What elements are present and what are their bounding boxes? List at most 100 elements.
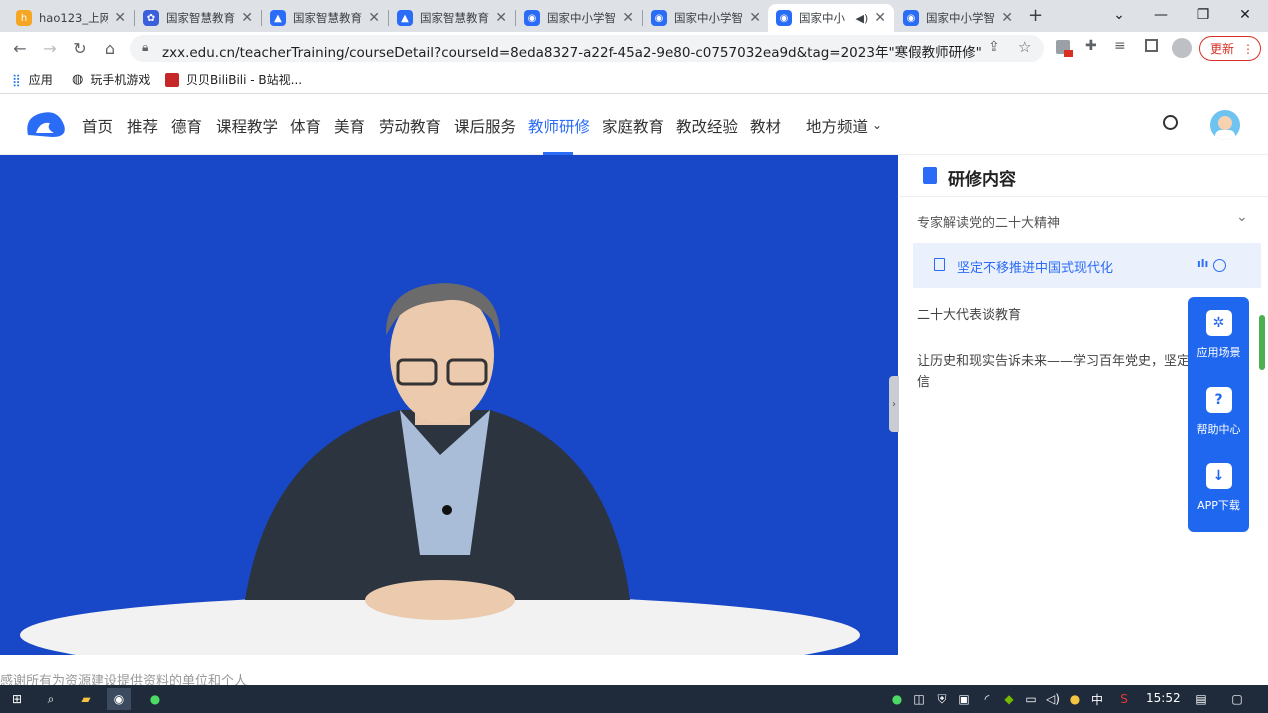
chevron-down-icon[interactable]: ⌄ xyxy=(872,118,882,132)
notification-icon[interactable]: ▤ xyxy=(1192,690,1210,708)
search-icon[interactable] xyxy=(1163,115,1178,130)
profile-icon[interactable] xyxy=(1172,38,1192,58)
video-player[interactable] xyxy=(0,155,898,655)
tray-icon[interactable]: ◫ xyxy=(910,690,928,708)
close-icon[interactable]: ✕ xyxy=(622,10,634,26)
bili-icon xyxy=(165,72,179,87)
progress-circle-icon xyxy=(1213,259,1226,272)
close-icon[interactable]: ✕ xyxy=(241,10,253,26)
action-center-icon[interactable]: ▢ xyxy=(1228,690,1246,708)
close-icon[interactable]: ✕ xyxy=(495,10,507,26)
list-item[interactable]: 二十大代表谈教育 xyxy=(917,304,1021,323)
bookmark-bili[interactable]: 贝贝BiliBili - B站视... xyxy=(165,71,302,88)
restore-icon[interactable]: ❐ xyxy=(1182,0,1224,30)
playlist-icon[interactable]: ≡ xyxy=(1114,38,1126,54)
close-icon[interactable]: ✕ xyxy=(1001,10,1013,26)
nav-item[interactable]: 德育 xyxy=(171,115,202,137)
new-tab-icon[interactable]: + xyxy=(1028,5,1043,26)
forward-icon[interactable]: → xyxy=(38,36,62,60)
close-icon[interactable]: ✕ xyxy=(749,10,761,26)
tab-zxx-1[interactable]: ◉ 国家中小学智 ✕ xyxy=(516,4,642,32)
chevron-down-icon[interactable]: ⌄ xyxy=(1236,209,1248,225)
tab-title: 国家中小学智 xyxy=(674,11,743,25)
mortarboard-icon: ▲ xyxy=(397,10,413,26)
star-icon[interactable]: ☆ xyxy=(1018,38,1031,56)
nav-item[interactable]: 教改经验 xyxy=(676,115,738,137)
search-icon[interactable]: ⌕ xyxy=(42,690,60,708)
puzzle-icon[interactable]: ✚ xyxy=(1085,38,1097,54)
wechat-tray-icon[interactable]: ● xyxy=(888,690,906,708)
nvidia-icon[interactable]: ◆ xyxy=(1000,690,1018,708)
active-lesson-row[interactable]: 坚定不移推进中国式现代化 ılı xyxy=(913,243,1261,288)
window-close-icon[interactable]: ✕ xyxy=(1224,0,1266,30)
close-icon[interactable]: ✕ xyxy=(874,10,886,26)
chrome-icon[interactable]: ◉ xyxy=(107,688,131,710)
tab-smartedu-1[interactable]: ✿ 国家智慧教育 ✕ xyxy=(135,4,261,32)
windows-start-icon[interactable]: ⊞ xyxy=(8,690,26,708)
browser-toolbar: ← → ↻ ⌂ 🔒︎ zxx.edu.cn/teacherTraining/co… xyxy=(0,32,1268,64)
ime-indicator[interactable]: 中 xyxy=(1088,690,1106,708)
mortarboard-icon: ▲ xyxy=(270,10,286,26)
tab-title: 国家中小 xyxy=(799,11,845,25)
wifi-icon[interactable]: ◜ xyxy=(978,690,996,708)
monitor-icon[interactable]: ▣ xyxy=(955,690,973,708)
sidepanel-icon[interactable] xyxy=(1145,39,1158,52)
nav-item[interactable]: 家庭教育 xyxy=(602,115,664,137)
nav-item[interactable]: 美育 xyxy=(334,115,365,137)
tab-title: 国家智慧教育 xyxy=(166,11,235,25)
wechat-icon[interactable]: ● xyxy=(146,690,164,708)
battery-icon[interactable]: ▭ xyxy=(1022,690,1040,708)
clock[interactable]: 15:52 xyxy=(1146,691,1181,705)
app-download-button[interactable]: ↓ APP下载 xyxy=(1188,463,1249,513)
help-icon: ? xyxy=(1205,387,1232,413)
reload-icon[interactable]: ↻ xyxy=(68,36,92,60)
bookmark-apps[interactable]: ⣿ 应用 xyxy=(12,71,53,88)
nav-item[interactable]: 课后服务 xyxy=(454,115,516,137)
nav-item[interactable]: 体育 xyxy=(290,115,321,137)
nav-item[interactable]: 地方频道 xyxy=(806,115,868,137)
zxx-logo-icon: ◉ xyxy=(524,10,540,26)
panel-title: 研修内容 xyxy=(948,170,1016,190)
scrollbar-thumb[interactable] xyxy=(1259,315,1265,370)
tab-zxx-3[interactable]: ◉ 国家中小学智 ✕ xyxy=(895,4,1021,32)
s-app-icon[interactable]: S xyxy=(1115,690,1133,708)
file-explorer-icon[interactable]: ▰ xyxy=(77,690,95,708)
floating-menu: ✲ 应用场景 ? 帮助中心 ↓ APP下载 xyxy=(1188,297,1249,532)
minimize-icon[interactable]: — xyxy=(1140,0,1182,30)
help-button[interactable]: ? 帮助中心 xyxy=(1188,387,1249,437)
paw-icon: ✿ xyxy=(143,10,159,26)
panel-toggle-handle[interactable]: › xyxy=(889,376,899,432)
nav-item[interactable]: 教材 xyxy=(750,115,781,137)
close-icon[interactable]: ✕ xyxy=(114,10,126,26)
nav-item[interactable]: 教师研修 xyxy=(528,115,590,137)
bookmark-games[interactable]: ◍ 玩手机游戏 xyxy=(72,71,150,88)
back-icon[interactable]: ← xyxy=(8,36,32,60)
tab-search-icon[interactable]: ⌄ xyxy=(1098,0,1140,30)
nav-item[interactable]: 推荐 xyxy=(127,115,158,137)
sogou-icon[interactable]: ● xyxy=(1066,690,1084,708)
nav-item[interactable]: 劳动教育 xyxy=(379,115,441,137)
list-item[interactable]: 让历史和现实告诉未来——学习百年党史，坚定 xyxy=(917,350,1190,369)
speaker-icon[interactable]: ◀) xyxy=(856,12,869,25)
nav-item[interactable]: 课程教学 xyxy=(216,115,278,137)
tab-smartedu-2[interactable]: ▲ 国家智慧教育 ✕ xyxy=(262,4,388,32)
address-bar[interactable]: 🔒︎ zxx.edu.cn/teacherTraining/courseDeta… xyxy=(130,35,1044,62)
site-logo[interactable] xyxy=(22,107,68,141)
tab-smartedu-3[interactable]: ▲ 国家智慧教育 ✕ xyxy=(389,4,515,32)
url-text[interactable]: zxx.edu.cn/teacherTraining/courseDetail?… xyxy=(162,41,982,61)
scene-button[interactable]: ✲ 应用场景 xyxy=(1188,310,1249,360)
avatar[interactable] xyxy=(1210,110,1240,140)
tab-zxx-active[interactable]: ◉ 国家中小 ◀) ✕ xyxy=(768,4,894,32)
home-icon[interactable]: ⌂ xyxy=(98,36,122,60)
zxx-logo-icon: ◉ xyxy=(903,10,919,26)
tab-hao123[interactable]: h hao123_上网 ✕ xyxy=(8,4,134,32)
share-icon[interactable]: ⇪ xyxy=(988,39,1000,55)
nav-item[interactable]: 首页 xyxy=(82,115,113,137)
section-header[interactable]: 专家解读党的二十大精神 xyxy=(917,212,1060,231)
tab-zxx-2[interactable]: ◉ 国家中小学智 ✕ xyxy=(643,4,769,32)
volume-icon[interactable]: ◁) xyxy=(1044,690,1062,708)
video-frame-presenter xyxy=(0,155,898,655)
close-icon[interactable]: ✕ xyxy=(368,10,380,26)
update-button[interactable]: 更新 ⋮ xyxy=(1199,36,1261,61)
shield-icon[interactable]: ⛨ xyxy=(933,690,951,708)
